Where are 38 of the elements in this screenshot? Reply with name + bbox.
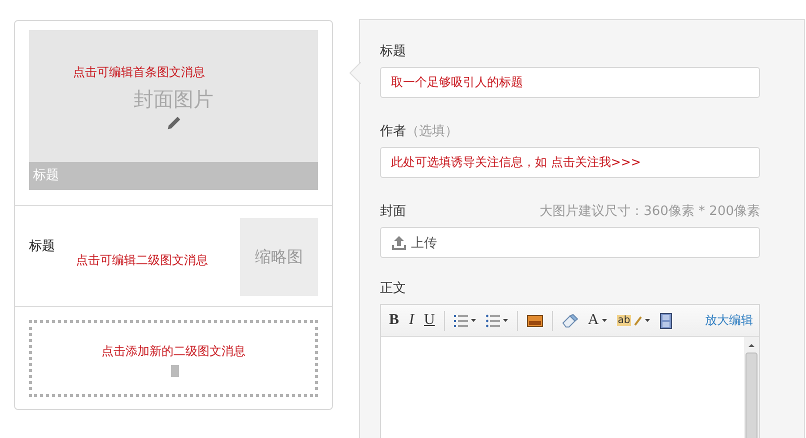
bullet-list-icon: [486, 314, 500, 328]
bold-button[interactable]: B: [385, 308, 404, 332]
scrollbar[interactable]: [744, 337, 759, 438]
size-hint: 大图片建议尺寸：360像素 * 200像素: [540, 203, 760, 220]
field-label: 作者（选填）: [380, 123, 458, 140]
expand-editor-link[interactable]: 放大编辑: [705, 312, 753, 329]
eraser-icon: [562, 314, 578, 328]
caret-icon: [602, 319, 607, 322]
text-field[interactable]: 取一个足够吸引人的标题: [380, 67, 760, 98]
caret-icon: [470, 319, 476, 322]
cover-placeholder: 封面图片: [134, 86, 214, 112]
numbered-list-icon: [454, 314, 468, 328]
sub-article-item[interactable]: 标题 点击可编辑二级图文消息 缩略图: [15, 206, 332, 307]
pencil-icon: [166, 114, 182, 130]
upload-icon: [391, 234, 407, 250]
annotation-text: 点击添加新的二级图文消息: [102, 343, 246, 360]
underline-button[interactable]: U: [420, 308, 439, 332]
rich-text-editor[interactable]: B I U A ab 放大编辑: [380, 304, 760, 438]
caret-icon: [645, 319, 650, 322]
field-label: 标题: [380, 43, 406, 60]
font-color-button[interactable]: A: [584, 308, 611, 332]
highlight-button[interactable]: ab: [612, 308, 654, 332]
add-article-button[interactable]: 点击添加新的二级图文消息: [29, 320, 318, 397]
caret-icon: [502, 319, 508, 322]
annotation-text: 点击可编辑首条图文消息: [73, 64, 205, 81]
film-icon: [660, 312, 672, 328]
cover-item[interactable]: 点击可编辑首条图文消息 封面图片 标题: [29, 30, 318, 190]
text-field[interactable]: 此处可选填诱导关注信息，如 点击关注我>>>: [380, 147, 760, 178]
italic-button[interactable]: I: [405, 308, 418, 332]
field-label: 正文: [380, 280, 406, 297]
article-title: 标题: [29, 238, 55, 255]
image-icon: [526, 314, 543, 326]
cover-title: 标题: [29, 162, 318, 190]
upload-field[interactable]: 上传: [380, 227, 760, 258]
annotation-text: 点击可编辑二级图文消息: [76, 252, 208, 269]
thumbnail-placeholder: 缩略图: [240, 218, 318, 296]
field-label: 封面: [380, 203, 406, 220]
pen-icon: [634, 316, 642, 326]
